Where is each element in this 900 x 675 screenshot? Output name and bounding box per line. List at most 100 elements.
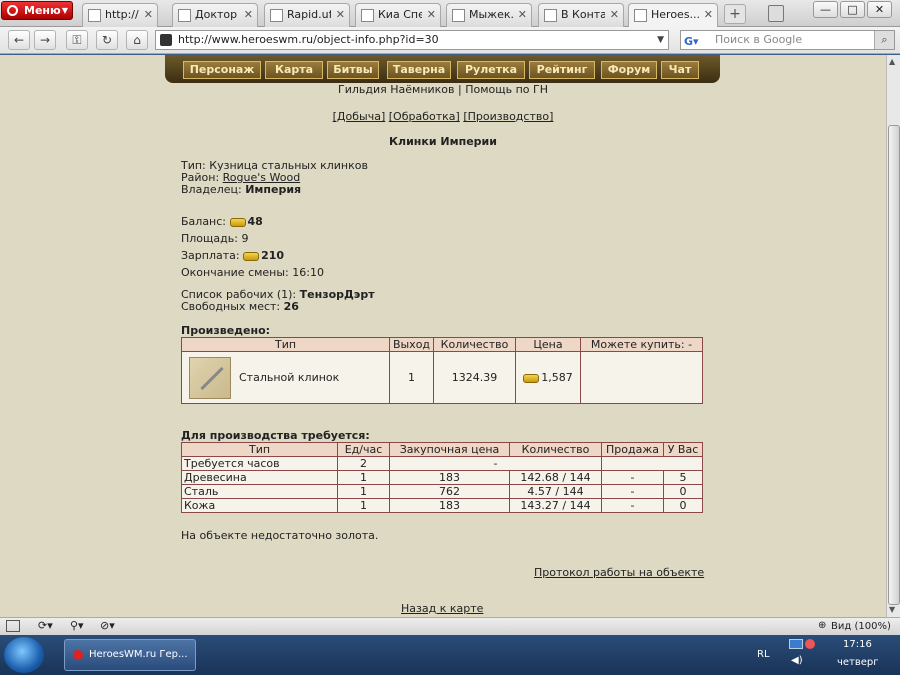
address-toolbar: ← → ⚿ ↻ ⌂ http://www.heroeswm.ru/object-… xyxy=(0,27,900,54)
vertical-scrollbar[interactable]: ▲ ▼ xyxy=(886,55,900,617)
back-arrow-icon[interactable]: ← xyxy=(8,30,30,50)
col-header: У Вас xyxy=(663,442,703,457)
col-header: Ед/час xyxy=(337,442,390,457)
object-stats: Баланс: 48 Площадь: 9 Зарплата: 210 Окон… xyxy=(181,215,324,279)
page-icon xyxy=(88,9,101,22)
browser-tab-7[interactable]: Heroes......✕ xyxy=(628,3,718,28)
opera-icon xyxy=(73,650,83,660)
gold-icon xyxy=(523,373,540,383)
maximize-button[interactable]: □ xyxy=(840,1,865,18)
guild-line: Гильдия Наёмников | Помощь по ГН xyxy=(338,83,548,96)
browser-tab-6[interactable]: В Конта...✕ xyxy=(538,3,624,27)
page-icon xyxy=(361,9,374,22)
status-bar: ⟳▾ ⚲▾ ⊘▾ ⊕ Вид (100%) xyxy=(0,617,900,635)
col-header: Выход xyxy=(389,337,434,352)
search-field[interactable]: G▾ Поиск в Google ⌕ xyxy=(680,30,895,50)
chevron-down-icon[interactable]: ▼ xyxy=(657,31,664,49)
processing-link[interactable]: [Обработка] xyxy=(389,110,460,123)
close-window-button[interactable]: ✕ xyxy=(867,1,892,18)
guild-link[interactable]: Гильдия Наёмников xyxy=(338,83,455,96)
col-header: Тип xyxy=(181,442,338,457)
page-icon xyxy=(634,9,647,22)
scrollbar-thumb[interactable] xyxy=(888,125,900,605)
tray-app-icon[interactable] xyxy=(805,639,815,649)
workers-info: Список рабочих (1): ТензорДэрт Свободных… xyxy=(181,288,375,313)
network-icon[interactable] xyxy=(789,639,803,649)
browser-tab-5[interactable]: Мыжек...✕ xyxy=(446,3,532,27)
nav-roulette[interactable]: Рулетка xyxy=(457,61,525,79)
google-icon: G▾ xyxy=(684,35,699,48)
col-header: Количество xyxy=(509,442,602,457)
protocol-link[interactable]: Протокол работы на объекте xyxy=(534,567,704,579)
system-tray: RL ◀) 17:16 четверг xyxy=(755,635,900,675)
gold-icon xyxy=(229,217,246,227)
nav-rating[interactable]: Рейтинг xyxy=(529,61,595,79)
language-indicator[interactable]: RL xyxy=(757,649,770,660)
table-row: Требуется часов 2 - xyxy=(181,456,703,471)
worker-name[interactable]: ТензорДэрт xyxy=(300,288,375,301)
col-header: Продажа xyxy=(601,442,664,457)
new-tab-button[interactable]: + xyxy=(724,4,746,24)
col-header: Закупочная цена xyxy=(389,442,510,457)
close-tab-icon[interactable]: ✕ xyxy=(610,4,619,26)
taskbar-app-opera[interactable]: HeroesWM.ru Гер... xyxy=(64,639,196,671)
extraction-link[interactable]: [Добыча] xyxy=(333,110,386,123)
col-header: Можете купить: - xyxy=(580,337,703,352)
share-icon[interactable]: ⚲▾ xyxy=(70,619,84,632)
forward-arrow-icon[interactable]: → xyxy=(34,30,56,50)
nav-forum[interactable]: Форум xyxy=(601,61,657,79)
nav-character[interactable]: Персонаж xyxy=(183,61,261,79)
browser-tab-2[interactable]: Доктор ...✕ xyxy=(172,3,258,27)
reload-icon[interactable]: ↻ xyxy=(96,30,118,50)
produced-title: Произведено: xyxy=(181,324,271,337)
object-subnav: [Добыча] [Обработка] [Производство] xyxy=(0,110,886,123)
url-field[interactable]: http://www.heroeswm.ru/object-info.php?i… xyxy=(155,30,669,50)
page-icon xyxy=(452,9,465,22)
table-row: Древесина 1 183 142.68 / 144 - 5 xyxy=(181,470,703,485)
windows-start-icon[interactable] xyxy=(4,637,44,673)
home-icon[interactable]: ⌂ xyxy=(126,30,148,50)
taskbar: HeroesWM.ru Гер... RL ◀) 17:16 четверг xyxy=(0,635,900,675)
nav-battles[interactable]: Битвы xyxy=(327,61,379,79)
table-row: Стальной клинок 1 1324.39 1,587 xyxy=(181,351,703,404)
page-icon xyxy=(270,9,283,22)
steel-blade-icon xyxy=(189,356,231,399)
turbo-icon[interactable]: ⊘▾ xyxy=(100,619,115,632)
page-icon xyxy=(178,9,191,22)
nav-map[interactable]: Карта xyxy=(265,61,323,79)
table-row: Сталь 1 762 4.57 / 144 - 0 xyxy=(181,484,703,499)
search-icon[interactable]: ⌕ xyxy=(874,31,894,49)
scroll-up-icon[interactable]: ▲ xyxy=(889,57,895,66)
page-icon xyxy=(544,9,557,22)
scroll-down-icon[interactable]: ▼ xyxy=(889,605,895,614)
close-tab-icon[interactable]: ✕ xyxy=(244,4,253,26)
close-tab-icon[interactable]: ✕ xyxy=(144,4,153,26)
close-tab-icon[interactable]: ✕ xyxy=(518,4,527,26)
required-table: Тип Ед/час Закупочная цена Количество Пр… xyxy=(181,442,703,513)
page-content: Персонаж Карта Битвы Таверна Рулетка Рей… xyxy=(0,55,886,617)
minimize-button[interactable]: — xyxy=(813,1,838,18)
key-icon[interactable]: ⚿ xyxy=(66,30,88,50)
close-tab-icon[interactable]: ✕ xyxy=(336,4,345,26)
browser-tab-1[interactable]: http://sk...✕ xyxy=(82,3,158,27)
panel-toggle-icon[interactable] xyxy=(6,620,20,632)
close-tab-icon[interactable]: ✕ xyxy=(427,4,436,26)
object-info: Тип: Кузница стальных клинков Район: Rog… xyxy=(181,159,368,196)
guild-help-link[interactable]: Помощь по ГН xyxy=(465,83,548,96)
browser-tab-4[interactable]: Киа Спе...✕ xyxy=(355,3,441,27)
clock-time[interactable]: 17:16 xyxy=(843,639,872,650)
close-tab-icon[interactable]: ✕ xyxy=(704,4,713,26)
nav-tavern[interactable]: Таверна xyxy=(387,61,451,79)
sync-icon[interactable]: ⟳▾ xyxy=(38,619,53,632)
volume-icon[interactable]: ◀) xyxy=(791,655,803,666)
nav-chat[interactable]: Чат xyxy=(661,61,699,79)
browser-tab-3[interactable]: Rapid.uf...✕ xyxy=(264,3,350,27)
production-link[interactable]: [Производство] xyxy=(463,110,553,123)
zoom-level[interactable]: Вид (100%) xyxy=(831,621,891,632)
opera-menu-button[interactable]: Меню ▼ xyxy=(1,1,73,20)
back-to-map-link[interactable]: Назад к карте xyxy=(401,603,483,615)
clock-day: четверг xyxy=(837,657,879,668)
opera-logo-icon xyxy=(7,5,18,16)
trash-icon[interactable] xyxy=(768,5,784,22)
notice-text: На объекте недостаточно золота. xyxy=(181,529,379,542)
